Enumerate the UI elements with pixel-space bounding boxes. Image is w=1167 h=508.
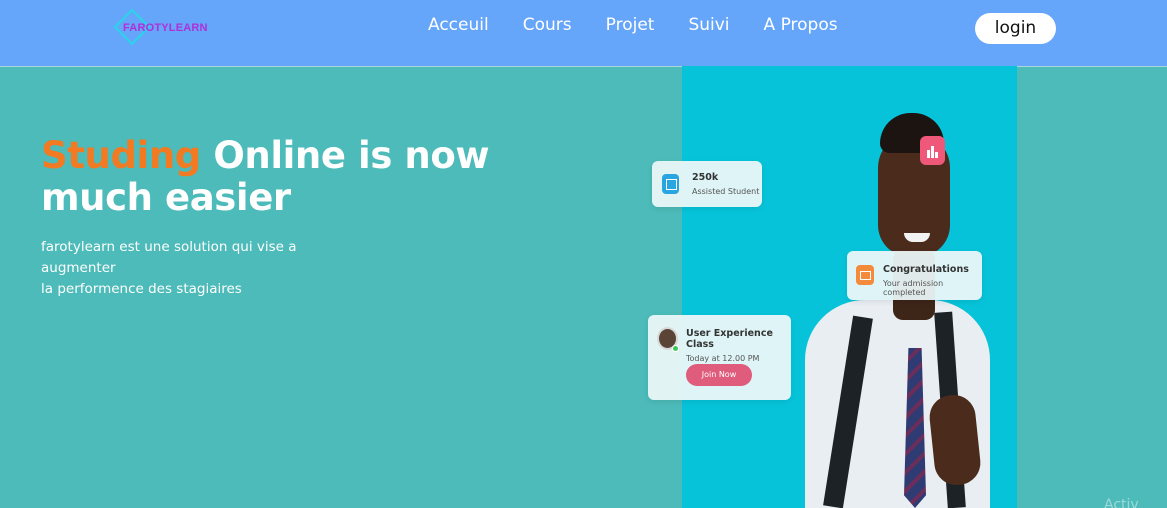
online-status-icon xyxy=(672,345,679,352)
assisted-students-card: 250k Assisted Student xyxy=(652,161,762,207)
mail-icon xyxy=(856,265,874,285)
congrats-title: Congratulations xyxy=(883,264,969,275)
navbar: FAROTYLEARN Acceuil Cours Projet Suivi A… xyxy=(0,0,1167,67)
hero-title-accent: Studing xyxy=(41,134,201,177)
students-count: 250k xyxy=(692,172,719,183)
join-now-button[interactable]: Join Now xyxy=(686,364,752,386)
hero-title-line2: much easier xyxy=(41,176,291,219)
nav-link-acceuil[interactable]: Acceuil xyxy=(428,15,489,35)
nav-link-cours[interactable]: Cours xyxy=(523,15,572,35)
hero-description: farotylearn est une solution qui vise a … xyxy=(41,237,361,300)
hero-description-line2: la performence des stagiaires xyxy=(41,281,242,297)
hero-title-line1: Online is now xyxy=(200,134,490,177)
nav-link-suivi[interactable]: Suivi xyxy=(688,15,729,35)
nav-link-projet[interactable]: Projet xyxy=(606,15,655,35)
login-button[interactable]: login xyxy=(975,13,1056,44)
bar-chart-icon xyxy=(920,136,945,165)
congrats-subtitle: Your admission completed xyxy=(883,279,944,297)
students-label: Assisted Student xyxy=(692,187,760,196)
class-title: User Experience Class xyxy=(686,328,773,350)
logo-text: FAROTYLEARN xyxy=(123,22,208,34)
logo[interactable]: FAROTYLEARN xyxy=(113,8,209,46)
hero-description-line1: farotylearn est une solution qui vise a … xyxy=(41,239,297,276)
nav-links: Acceuil Cours Projet Suivi A Propos xyxy=(428,15,872,35)
calendar-icon xyxy=(662,174,679,194)
nav-link-a-propos[interactable]: A Propos xyxy=(764,15,838,35)
congratulations-card: Congratulations Your admission completed xyxy=(847,251,982,300)
class-card: User Experience Class Today at 12.00 PM … xyxy=(648,315,791,400)
class-time: Today at 12.00 PM xyxy=(686,354,760,363)
activation-watermark: Activ xyxy=(1104,497,1139,508)
hero-title: Studing Online is now much easier xyxy=(41,134,490,219)
